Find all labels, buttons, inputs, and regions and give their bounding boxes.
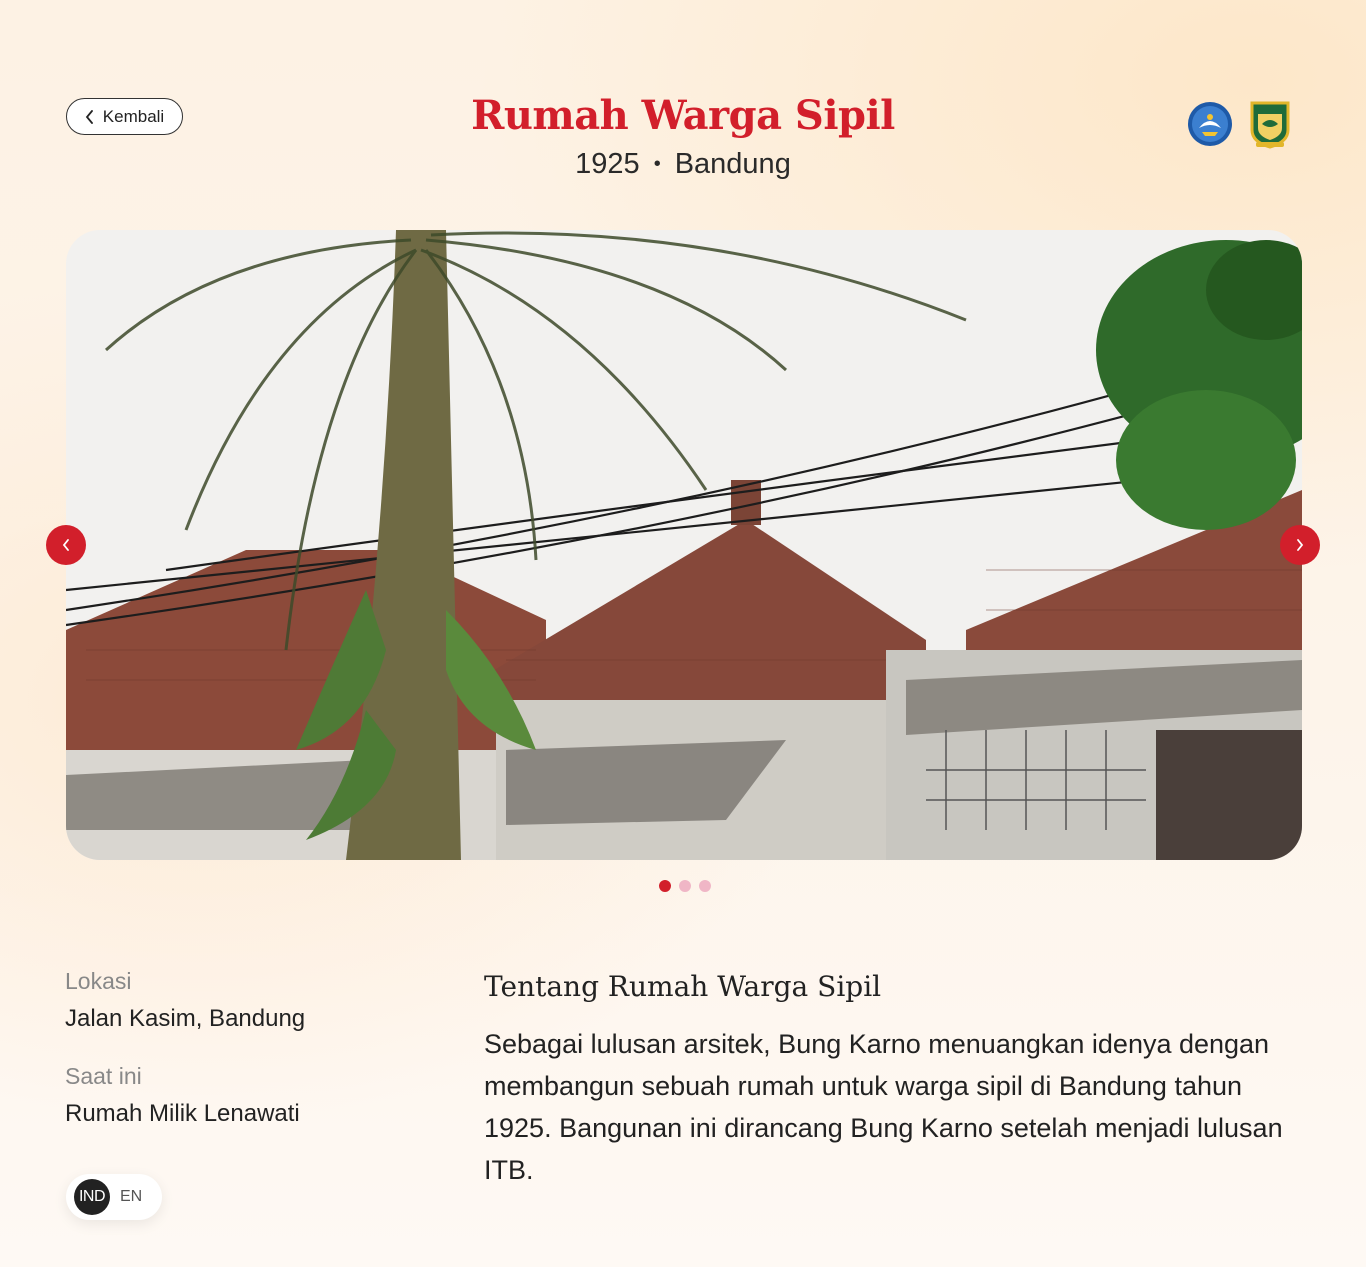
current-label: Saat ini [65,1063,142,1089]
location-value: Jalan Kasim, Bandung [65,1005,306,1032]
kemdikbud-logo [1188,102,1232,146]
current-group: Saat ini Rumah Milik Lenawati [65,1063,445,1128]
year-text: 1925 [575,148,640,180]
chevron-left-icon [62,539,69,551]
photo-carousel[interactable] [66,230,1302,860]
carousel-next-button[interactable] [1280,525,1320,565]
separator-dot: • [653,153,661,175]
jabar-crest-logo [1250,101,1290,149]
carousel-prev-button[interactable] [46,525,86,565]
carousel-dots [659,880,711,892]
location-label: Lokasi [65,968,132,994]
house-photo [66,230,1302,860]
city-text: Bandung [674,148,791,180]
page-title: Rumah Warga Sipil [471,92,895,139]
page-subtitle: 1925 • Bandung [0,148,1366,181]
info-panel: Lokasi Jalan Kasim, Bandung Saat ini Rum… [65,968,445,1128]
about-body: Sebagai lulusan arsitek, Bung Karno menu… [484,1029,1283,1185]
location-group: Lokasi Jalan Kasim, Bandung [65,968,445,1033]
about-section: Tentang Rumah Warga Sipil Sebagai lulusa… [484,970,1304,1191]
carousel-dot-3[interactable] [699,880,711,892]
chevron-right-icon [1297,539,1304,551]
language-option-en[interactable]: EN [120,1188,142,1206]
carousel-dot-2[interactable] [679,880,691,892]
language-switcher[interactable]: IND EN [66,1174,162,1220]
carousel-dot-1[interactable] [659,880,671,892]
about-heading: Tentang Rumah Warga Sipil [484,970,882,1003]
current-value: Rumah Milik Lenawati [65,1100,300,1127]
language-option-ind[interactable]: IND [74,1179,110,1215]
